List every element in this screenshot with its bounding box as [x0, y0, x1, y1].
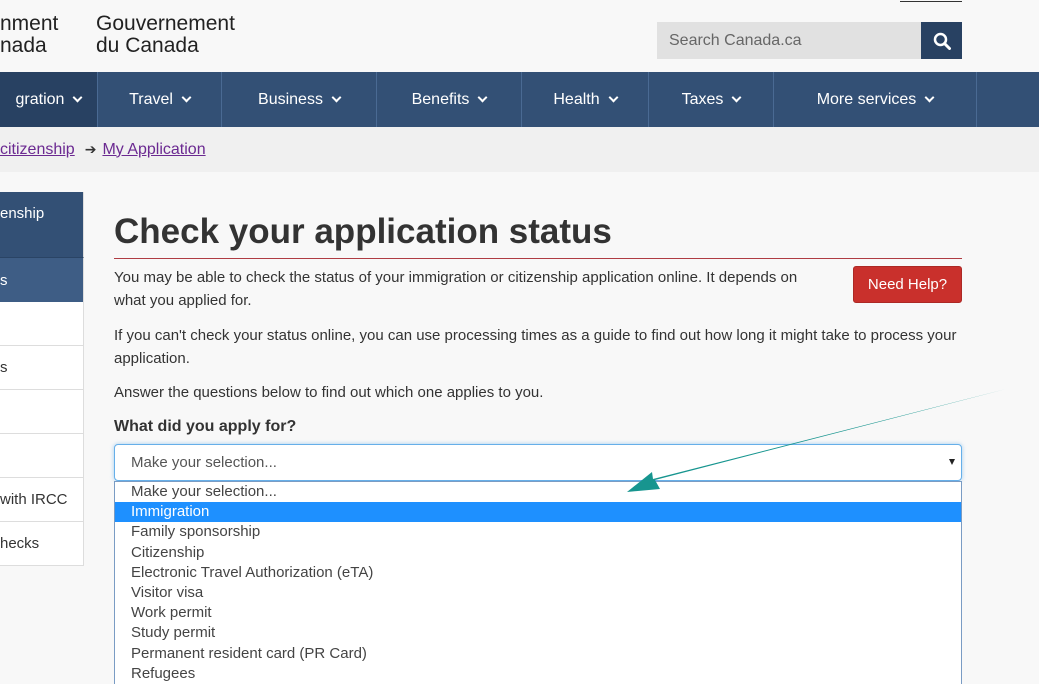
nav-item-benefits[interactable]: Benefits — [377, 72, 522, 127]
nav-label: More services — [816, 90, 917, 108]
section-menu-item-checks[interactable]: hecks — [0, 522, 84, 566]
section-menu-item[interactable] — [0, 434, 84, 478]
section-menu-item-label: hecks — [0, 535, 40, 552]
nav-item-immigration[interactable]: gration — [0, 72, 98, 127]
option-item[interactable]: Make your selection... — [115, 482, 961, 502]
chevron-down-icon — [73, 92, 83, 103]
breadcrumb: citizenship ➔ My Application — [0, 127, 1039, 172]
section-menu-item-label: s — [0, 271, 8, 289]
nav-label: Business — [258, 90, 323, 108]
section-menu-item-label: with IRCC — [0, 491, 68, 508]
option-item-highlighted[interactable]: Immigration — [115, 502, 961, 523]
search-button[interactable] — [921, 22, 962, 59]
section-menu-item-active[interactable]: s — [0, 258, 84, 302]
intro-paragraph: You may be able to check the status of y… — [114, 269, 798, 309]
select-value: Make your selection... — [131, 454, 277, 471]
option-item[interactable]: Family sponsorship — [115, 522, 961, 542]
section-menu-item-contact[interactable]: with IRCC — [0, 478, 84, 522]
search-placeholder: Search Canada.ca — [669, 31, 802, 49]
nav-item-business[interactable]: Business — [222, 72, 377, 127]
need-help-button[interactable]: Need Help? — [853, 266, 962, 303]
nav-label: gration — [15, 90, 65, 108]
wordmark-en-line2: nada — [0, 34, 47, 57]
language-toggle-link[interactable] — [900, 0, 962, 2]
breadcrumb-link-citizenship[interactable]: citizenship — [0, 141, 75, 159]
nav-label: Travel — [129, 90, 173, 108]
government-wordmark-fr[interactable]: Gouvernement du Canada — [96, 13, 235, 57]
chevron-down-icon — [477, 92, 488, 103]
option-item[interactable]: Study permit — [115, 623, 961, 643]
chevron-down-icon — [181, 92, 192, 103]
section-menu-item-label: s — [0, 359, 8, 376]
wordmark-fr-line1: Gouvernement — [96, 12, 235, 35]
instructions-paragraph: Answer the questions below to find out w… — [114, 384, 544, 401]
option-item[interactable]: Visitor visa — [115, 583, 961, 603]
nav-item-health[interactable]: Health — [522, 72, 649, 127]
chevron-down-icon — [331, 92, 342, 103]
search-icon — [933, 32, 951, 50]
breadcrumb-link-my-application[interactable]: My Application — [102, 141, 205, 159]
option-item[interactable]: Electronic Travel Authorization (eTA) — [115, 563, 961, 583]
site-header: nment nada Gouvernement du Canada Search… — [0, 0, 1039, 72]
section-menu-heading-label: enship — [0, 205, 45, 222]
section-menu: enship s s with IRCC hecks — [0, 192, 84, 566]
option-item[interactable]: Work permit — [115, 603, 961, 623]
section-menu-item[interactable]: s — [0, 346, 84, 390]
government-wordmark-en[interactable]: nment nada — [0, 13, 58, 57]
page-title: Check your application status — [114, 212, 612, 251]
nav-item-travel[interactable]: Travel — [98, 72, 222, 127]
question-label: What did you apply for? — [114, 418, 297, 435]
main-navigation: gration Travel Business Benefits Health … — [0, 72, 1039, 127]
wordmark-fr-line2: du Canada — [96, 34, 199, 57]
select-options-list: Make your selection... Immigration Famil… — [114, 481, 962, 684]
chevron-down-icon — [924, 92, 935, 103]
option-item[interactable]: Permanent resident card (PR Card) — [115, 644, 961, 664]
option-item[interactable]: Refugees — [115, 664, 961, 684]
nav-item-taxes[interactable]: Taxes — [649, 72, 774, 127]
processing-times-paragraph: If you can't check your status online, y… — [114, 327, 957, 367]
arrow-right-icon: ➔ — [84, 141, 97, 157]
nav-item-more-services[interactable]: More services — [774, 72, 977, 127]
title-divider — [114, 258, 962, 259]
nav-label: Health — [553, 90, 600, 108]
chevron-down-icon — [731, 92, 742, 103]
nav-label: Benefits — [411, 90, 470, 108]
caret-down-icon — [949, 459, 955, 465]
section-menu-item[interactable] — [0, 302, 84, 346]
option-item[interactable]: Citizenship — [115, 543, 961, 563]
nav-label: Taxes — [681, 90, 724, 108]
application-type-select[interactable]: Make your selection... — [114, 444, 962, 481]
wordmark-en-line1: nment — [0, 12, 59, 35]
chevron-down-icon — [608, 92, 619, 103]
search-input[interactable]: Search Canada.ca — [657, 22, 921, 59]
section-menu-item[interactable] — [0, 390, 84, 434]
section-menu-heading[interactable]: enship — [0, 192, 84, 258]
